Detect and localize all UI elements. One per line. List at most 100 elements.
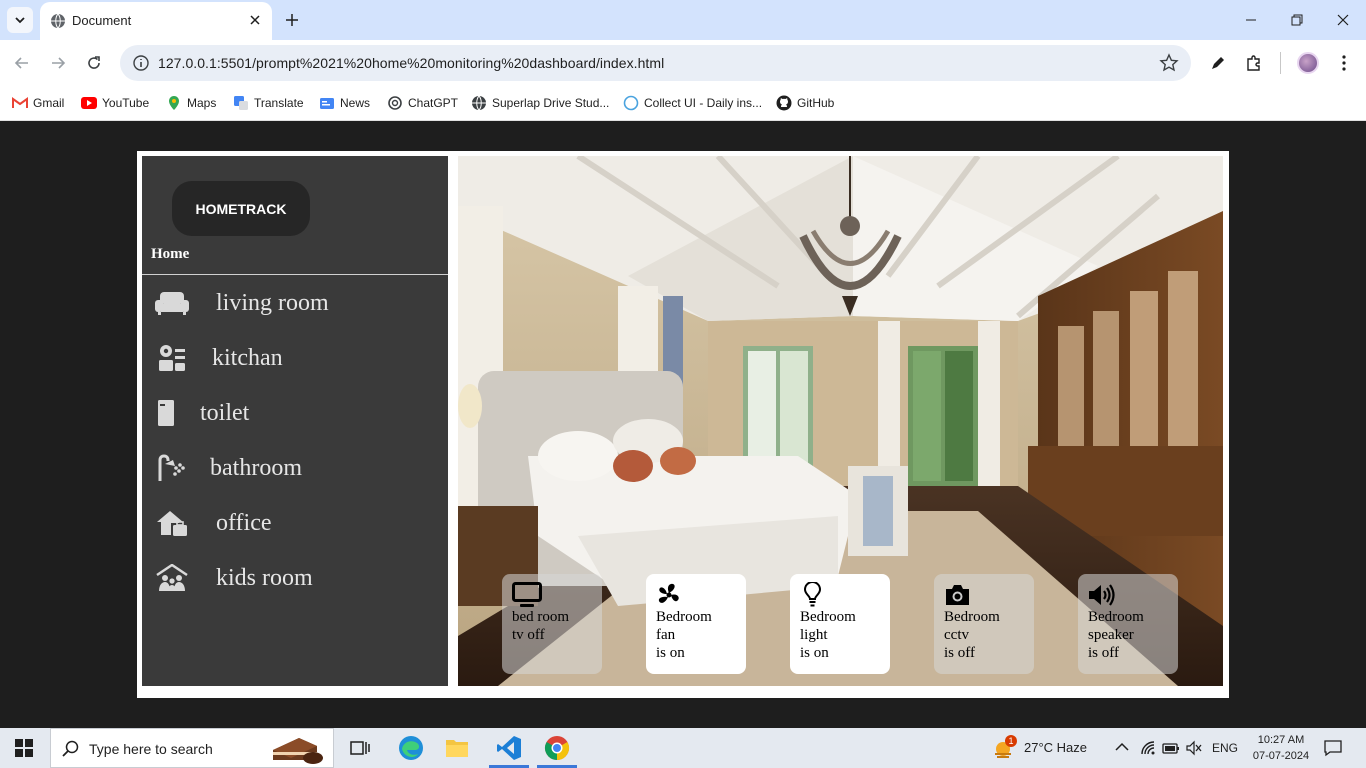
bookmark-gmail[interactable]: Gmail bbox=[12, 93, 64, 113]
gmail-icon bbox=[12, 95, 28, 111]
bookmark-superlap[interactable]: Superlap Drive Stud... bbox=[471, 93, 609, 113]
clock-time: 10:27 AM bbox=[1257, 734, 1305, 746]
vscode-icon bbox=[497, 736, 521, 760]
device-name: Bedroom bbox=[656, 609, 712, 625]
speaker-icon bbox=[1089, 584, 1115, 606]
kebab-menu-icon bbox=[1342, 55, 1346, 71]
chevron-up-icon[interactable] bbox=[1115, 742, 1129, 752]
wifi-icon[interactable] bbox=[1140, 740, 1156, 756]
bookmark-label: Collect UI - Daily ins... bbox=[644, 96, 763, 110]
battery-icon[interactable] bbox=[1162, 741, 1180, 755]
bookmark-github[interactable]: GitHub bbox=[776, 93, 834, 113]
maps-icon bbox=[166, 95, 182, 111]
start-button[interactable] bbox=[0, 728, 48, 768]
device-type: light bbox=[800, 627, 828, 643]
sidebar-item-kitchen[interactable]: kitchan bbox=[154, 340, 283, 376]
kids-icon bbox=[154, 562, 190, 594]
notification-icon[interactable] bbox=[1324, 739, 1342, 757]
volume-muted-icon[interactable] bbox=[1186, 740, 1202, 756]
device-card-light[interactable]: Bedroom light is on bbox=[790, 574, 890, 674]
device-card-cctv[interactable]: Bedroom cctv is off bbox=[934, 574, 1034, 674]
system-clock[interactable]: 10:27 AM 07-07-2024 bbox=[1246, 732, 1316, 764]
edge-app[interactable] bbox=[388, 728, 434, 768]
toilet-icon bbox=[154, 397, 178, 429]
pen-extension-button[interactable] bbox=[1208, 53, 1228, 73]
windows-taskbar: Type here to search 1 27°C Haze ENG 10:2… bbox=[0, 728, 1366, 768]
toolbar-divider bbox=[1280, 52, 1281, 74]
bookmark-maps[interactable]: Maps bbox=[166, 93, 216, 113]
pen-icon bbox=[1212, 57, 1224, 69]
task-view-button[interactable] bbox=[337, 728, 383, 768]
bookmark-label: Gmail bbox=[33, 96, 65, 110]
chrome-app[interactable] bbox=[534, 728, 580, 768]
profile-avatar[interactable] bbox=[1297, 52, 1319, 74]
restore-icon bbox=[1291, 14, 1303, 26]
close-window-button[interactable] bbox=[1333, 10, 1353, 30]
sidebar-item-office[interactable]: office bbox=[154, 505, 272, 541]
vscode-app[interactable] bbox=[486, 728, 532, 768]
tab-close-button[interactable] bbox=[246, 11, 264, 29]
bookmark-collectui[interactable]: Collect UI - Daily ins... bbox=[623, 93, 762, 113]
bookmark-label: GitHub bbox=[797, 96, 835, 110]
bookmark-label: Superlap Drive Stud... bbox=[492, 96, 610, 110]
bookmark-chatgpt[interactable]: ChatGPT bbox=[387, 93, 458, 113]
url-text[interactable]: 127.0.0.1:5501/prompt%2021%20home%20moni… bbox=[158, 55, 664, 71]
browser-tab[interactable]: Document bbox=[40, 2, 272, 40]
minimize-icon bbox=[1246, 19, 1256, 21]
sidebar-item-toilet[interactable]: toilet bbox=[154, 395, 249, 431]
browser-toolbar: 127.0.0.1:5501/prompt%2021%20home%20moni… bbox=[0, 40, 1366, 86]
restore-button[interactable] bbox=[1287, 10, 1307, 30]
file-explorer-app[interactable] bbox=[434, 728, 480, 768]
device-name: Bedroom bbox=[1088, 609, 1144, 625]
weather-text[interactable]: 27°C Haze bbox=[1024, 740, 1087, 755]
device-card-speaker[interactable]: Bedroom speaker is off bbox=[1078, 574, 1178, 674]
device-status: is off bbox=[1088, 645, 1119, 661]
reload-icon bbox=[88, 56, 100, 69]
bookmark-youtube[interactable]: YouTube bbox=[81, 93, 149, 113]
device-card-tv[interactable]: bed room tv off bbox=[502, 574, 602, 674]
sidebar-item-kids-room[interactable]: kids room bbox=[154, 560, 313, 596]
weather-badge: 1 bbox=[1005, 735, 1017, 747]
language-indicator[interactable]: ENG bbox=[1212, 741, 1238, 755]
brand-logo[interactable]: HOMETRACK bbox=[172, 181, 310, 236]
sidebar-item-bathroom[interactable]: bathroom bbox=[154, 450, 302, 486]
extensions-button[interactable] bbox=[1244, 53, 1264, 73]
office-icon bbox=[154, 507, 190, 539]
back-button[interactable] bbox=[12, 53, 32, 73]
globe-icon bbox=[471, 95, 487, 111]
minimize-button[interactable] bbox=[1241, 10, 1261, 30]
page-viewport: HOMETRACK Home living room kitchan toile… bbox=[0, 121, 1366, 728]
sidebar-item-label: toilet bbox=[200, 399, 250, 426]
device-name: Bedroom bbox=[944, 609, 1000, 625]
bookmark-news[interactable]: News bbox=[319, 93, 370, 113]
browser-menu-button[interactable] bbox=[1334, 53, 1354, 73]
close-icon bbox=[1337, 14, 1349, 26]
forward-button[interactable] bbox=[48, 53, 68, 73]
sidebar-item-living-room[interactable]: living room bbox=[154, 285, 329, 321]
taskbar-search-box[interactable]: Type here to search bbox=[50, 728, 334, 768]
sidebar-item-label: office bbox=[216, 509, 272, 536]
close-icon bbox=[250, 15, 260, 25]
arrow-left-icon bbox=[14, 57, 28, 69]
reload-button[interactable] bbox=[84, 53, 104, 73]
info-icon[interactable] bbox=[132, 54, 150, 72]
bookmark-label: ChatGPT bbox=[408, 96, 459, 110]
device-status: is on bbox=[800, 645, 829, 661]
star-icon[interactable] bbox=[1159, 53, 1179, 73]
chatgpt-icon bbox=[387, 95, 403, 111]
puzzle-icon bbox=[1247, 55, 1260, 71]
tab-search-button[interactable] bbox=[7, 7, 33, 33]
translate-icon bbox=[233, 95, 249, 111]
bookmarks-bar: Gmail YouTube Maps Translate News ChatGP… bbox=[0, 86, 1366, 121]
bookmark-translate[interactable]: Translate bbox=[233, 93, 304, 113]
task-view-icon bbox=[350, 741, 370, 755]
shower-icon bbox=[154, 452, 190, 484]
edge-icon bbox=[399, 736, 423, 760]
home-link[interactable]: Home bbox=[151, 246, 189, 263]
new-tab-button[interactable] bbox=[282, 10, 302, 30]
device-card-fan[interactable]: Bedroom fan is on bbox=[646, 574, 746, 674]
clock-date: 07-07-2024 bbox=[1252, 750, 1310, 762]
address-bar[interactable]: 127.0.0.1:5501/prompt%2021%20home%20moni… bbox=[120, 45, 1191, 81]
sidebar-item-label: bathroom bbox=[210, 454, 302, 481]
device-name: Bedroom bbox=[800, 609, 856, 625]
